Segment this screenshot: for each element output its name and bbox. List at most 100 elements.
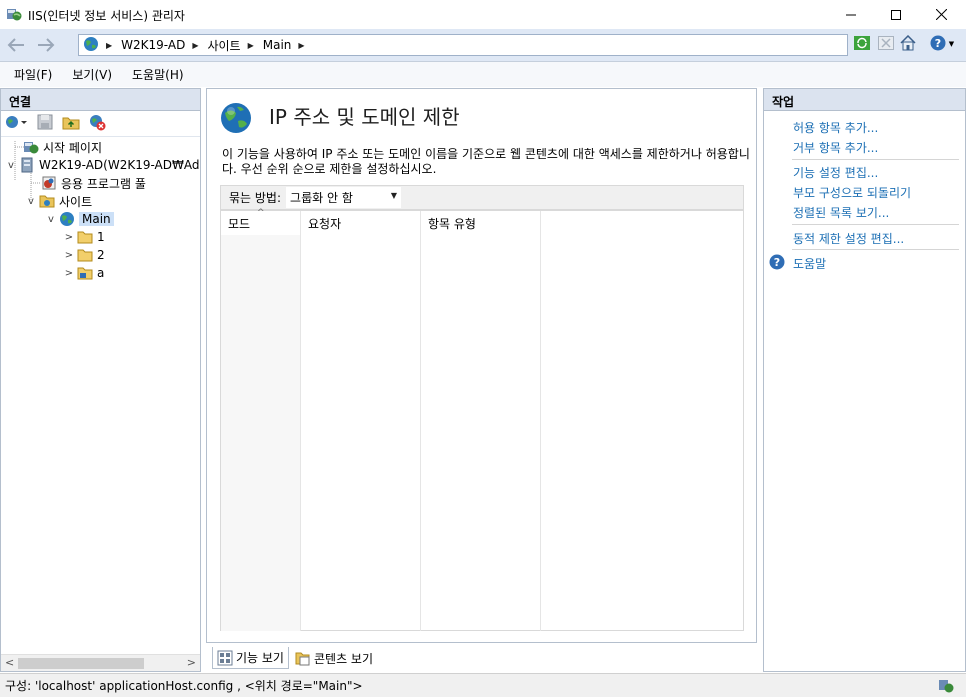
scroll-left-icon[interactable]: < xyxy=(5,656,14,669)
up-folder-icon xyxy=(62,114,80,133)
menu-view[interactable]: 보기(V) xyxy=(72,66,112,83)
menu-help[interactable]: 도움말(H) xyxy=(132,66,184,83)
actions-divider xyxy=(792,224,959,225)
expanded-chevron-icon[interactable]: v xyxy=(45,214,57,225)
up-folder-button[interactable] xyxy=(61,114,81,134)
edit-feature-settings-link[interactable]: 기능 설정 편집... xyxy=(793,164,878,181)
tab-label: 기능 보기 xyxy=(236,651,284,665)
column-label: 모드 xyxy=(228,217,251,231)
save-icon xyxy=(37,114,53,133)
forward-button[interactable] xyxy=(33,33,59,59)
folder-icon xyxy=(77,247,93,263)
tree-label: W2K19-AD(W2K19-AD₩Adr xyxy=(39,158,200,172)
connections-header: 연결 xyxy=(1,89,200,111)
column-header-mode[interactable]: ^ 모드 xyxy=(221,208,301,235)
group-by-bar: 묶는 방법: 그룹화 안 함 ▼ xyxy=(220,185,744,210)
tree-label: Main xyxy=(79,212,114,226)
home-button[interactable] xyxy=(899,34,917,54)
menu-bar: 파일(F) 보기(V) 도움말(H) xyxy=(0,62,966,87)
view-ordered-list-link[interactable]: 정렬된 목록 보기... xyxy=(793,204,889,221)
disconnect-button[interactable] xyxy=(87,114,107,134)
add-deny-entry-link[interactable]: 거부 항목 추가... xyxy=(793,139,878,156)
tree-site-main[interactable]: v Main xyxy=(45,210,114,228)
expanded-chevron-icon[interactable]: v xyxy=(25,196,37,207)
tree-horizontal-scrollbar[interactable]: < > xyxy=(1,654,200,671)
edit-dynamic-restriction-link[interactable]: 동적 제한 설정 편집... xyxy=(793,230,904,247)
crumb-separator-icon: ▶ xyxy=(106,40,113,50)
tree-folder-1[interactable]: > 1 xyxy=(63,228,105,246)
crumb-separator-icon: ▶ xyxy=(247,40,254,50)
globe-icon xyxy=(83,36,99,55)
sites-folder-icon xyxy=(39,193,55,209)
help-icon: ? xyxy=(769,254,785,270)
back-button[interactable] xyxy=(3,33,29,59)
connect-button[interactable] xyxy=(3,114,29,134)
title-bar: IIS(인터넷 정보 서비스) 관리자 xyxy=(0,0,966,29)
stop-button[interactable] xyxy=(877,35,895,53)
feature-description: 이 기능을 사용하여 IP 주소 또는 도메인 이름을 기준으로 웹 콘텐츠에 … xyxy=(222,147,750,176)
application-folder-icon xyxy=(77,265,93,281)
save-button[interactable] xyxy=(35,114,55,134)
tree-folder-2[interactable]: > 2 xyxy=(63,246,105,264)
minimize-icon xyxy=(846,10,856,20)
scroll-thumb[interactable] xyxy=(18,658,144,669)
server-icon xyxy=(19,157,35,173)
maximize-button[interactable] xyxy=(873,0,919,29)
actions-divider xyxy=(792,159,959,160)
menu-file[interactable]: 파일(F) xyxy=(14,66,52,83)
crumb-main[interactable]: Main xyxy=(263,38,292,52)
tab-feature-view[interactable]: 기능 보기 xyxy=(212,647,289,669)
sort-ascending-icon: ^ xyxy=(257,208,265,218)
maximize-icon xyxy=(891,9,901,20)
address-path[interactable]: ▶ W2K19-AD ▶ 사이트 ▶ Main ▶ xyxy=(78,34,848,56)
chevron-down-icon: ▼ xyxy=(390,191,398,200)
crumb-separator-icon: ▶ xyxy=(192,40,199,50)
column-header-entry-type[interactable]: 항목 유형 xyxy=(421,211,541,235)
status-text: 구성: 'localhost' applicationHost.config ,… xyxy=(5,679,363,693)
home-icon xyxy=(899,34,917,54)
group-by-select[interactable]: 그룹화 안 함 ▼ xyxy=(286,187,402,208)
help-link[interactable]: 도움말 xyxy=(793,255,826,272)
stop-icon xyxy=(878,35,894,53)
collapsed-chevron-icon[interactable]: > xyxy=(63,268,75,279)
column-body-requester xyxy=(301,235,421,631)
column-label: 요청자 xyxy=(308,217,342,231)
feature-view-icon xyxy=(217,650,233,666)
add-allow-entry-link[interactable]: 허용 항목 추가... xyxy=(793,119,878,136)
refresh-button[interactable] xyxy=(853,35,871,53)
expanded-chevron-icon[interactable]: v xyxy=(5,160,17,171)
start-page-icon xyxy=(23,139,39,155)
view-tabs: 기능 보기 콘텐츠 보기 xyxy=(206,644,757,672)
disconnect-icon xyxy=(88,113,106,134)
column-header-requester[interactable]: 요청자 xyxy=(301,211,421,235)
column-body-mode xyxy=(221,235,301,631)
actions-panel: 작업 허용 항목 추가... 거부 항목 추가... 기능 설정 편집... 부… xyxy=(763,88,966,672)
tree-label: 응용 프로그램 풀 xyxy=(61,176,146,191)
tree-app-a[interactable]: > a xyxy=(63,264,105,282)
window-title: IIS(인터넷 정보 서비스) 관리자 xyxy=(28,9,185,23)
tree-sites[interactable]: v 사이트 xyxy=(25,192,92,210)
svg-text:?: ? xyxy=(935,37,941,50)
tab-label: 콘텐츠 보기 xyxy=(313,651,373,666)
feature-panel: IP 주소 및 도메인 제한 이 기능을 사용하여 IP 주소 또는 도메인 이… xyxy=(206,88,757,643)
minimize-button[interactable] xyxy=(828,0,874,29)
forward-arrow-icon xyxy=(37,37,55,55)
scroll-right-icon[interactable]: > xyxy=(187,656,196,669)
close-button[interactable] xyxy=(918,0,964,29)
tree-start-page[interactable]: 시작 페이지 xyxy=(23,138,102,156)
tree-server[interactable]: v W2K19-AD(W2K19-AD₩Adr xyxy=(5,156,200,174)
tab-content-view[interactable]: 콘텐츠 보기 xyxy=(291,647,377,669)
back-arrow-icon xyxy=(7,37,25,55)
content-view-icon xyxy=(295,650,311,666)
tree-app-pools[interactable]: 응용 프로그램 풀 xyxy=(41,174,146,192)
folder-icon xyxy=(77,229,93,245)
tree-label: a xyxy=(97,266,105,280)
crumb-server[interactable]: W2K19-AD xyxy=(121,38,185,52)
help-menu-button[interactable]: ? ▼ xyxy=(927,35,957,53)
revert-to-parent-link[interactable]: 부모 구성으로 되돌리기 xyxy=(793,184,911,201)
crumb-sites[interactable]: 사이트 xyxy=(207,37,240,54)
collapsed-chevron-icon[interactable]: > xyxy=(63,232,75,243)
connection-status-icon xyxy=(938,678,954,694)
collapsed-chevron-icon[interactable]: > xyxy=(63,250,75,261)
rules-list[interactable]: ^ 모드 요청자 항목 유형 xyxy=(220,208,744,631)
